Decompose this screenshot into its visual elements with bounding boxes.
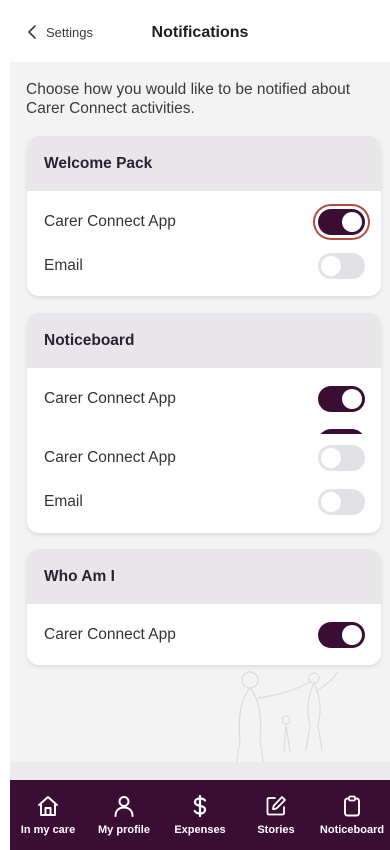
email-notification-toggle[interactable] <box>318 253 365 279</box>
setting-row: Email <box>27 244 381 288</box>
home-icon <box>38 796 58 816</box>
app-notification-toggle[interactable] <box>318 445 365 471</box>
nav-item-stories[interactable]: Stories <box>238 780 314 850</box>
nav-top-strip <box>10 762 390 780</box>
person-icon <box>114 796 134 817</box>
card-header: Welcome Pack <box>27 136 381 191</box>
screen: Settings Notifications Choose how you wo… <box>10 0 390 850</box>
card-header: Who Am I <box>27 549 381 604</box>
edit-icon <box>266 796 286 816</box>
toggle-knob <box>342 625 362 645</box>
setting-row: Carer Connect App <box>27 436 381 480</box>
nav-label: Stories <box>257 824 295 836</box>
toggle-knob <box>321 256 341 276</box>
card-noticeboard: Noticeboard Carer Connect App Carer Conn… <box>27 313 381 533</box>
nav-item-expenses[interactable]: Expenses <box>162 780 238 850</box>
family-illustration <box>235 671 339 769</box>
card-header: Noticeboard <box>27 313 381 368</box>
nav-label: My profile <box>98 824 150 836</box>
app-notification-toggle[interactable] <box>318 209 365 235</box>
setting-row: Carer Connect App <box>27 613 381 657</box>
intro-text: Choose how you would like to be notified… <box>26 81 350 117</box>
setting-row: Email <box>27 480 381 524</box>
toggle-knob <box>321 492 341 512</box>
setting-row: Carer Connect App <box>27 200 381 244</box>
nav-label: Noticeboard <box>319 824 385 836</box>
app-frame: Settings Notifications Choose how you wo… <box>0 0 390 850</box>
app-notification-toggle[interactable] <box>318 386 365 412</box>
setting-row: Carer Connect App <box>27 377 381 421</box>
nav-item-my-profile[interactable]: My profile <box>86 780 162 850</box>
header: Settings Notifications <box>10 0 390 62</box>
bottom-navigation: In my care My profile Expenses Stories N… <box>10 780 390 850</box>
dollar-icon <box>193 794 207 818</box>
toggle-sliver-row <box>27 421 381 436</box>
card-welcome-pack: Welcome Pack Carer Connect App Email <box>27 136 381 296</box>
card-who-am-i: Who Am I Carer Connect App <box>27 549 381 665</box>
toggle-knob <box>321 448 341 468</box>
nav-label: Expenses <box>174 824 226 836</box>
email-notification-toggle[interactable] <box>318 489 365 515</box>
nav-item-in-my-care[interactable]: In my care <box>10 780 86 850</box>
toggle-knob <box>342 389 362 409</box>
app-notification-toggle[interactable] <box>318 622 365 648</box>
nav-label: In my care <box>20 824 76 836</box>
toggle-sliver <box>318 429 365 434</box>
clipboard-icon <box>344 795 360 817</box>
toggle-knob <box>342 212 362 232</box>
page-title: Notifications <box>151 24 249 41</box>
nav-item-noticeboard[interactable]: Noticeboard <box>314 780 390 850</box>
